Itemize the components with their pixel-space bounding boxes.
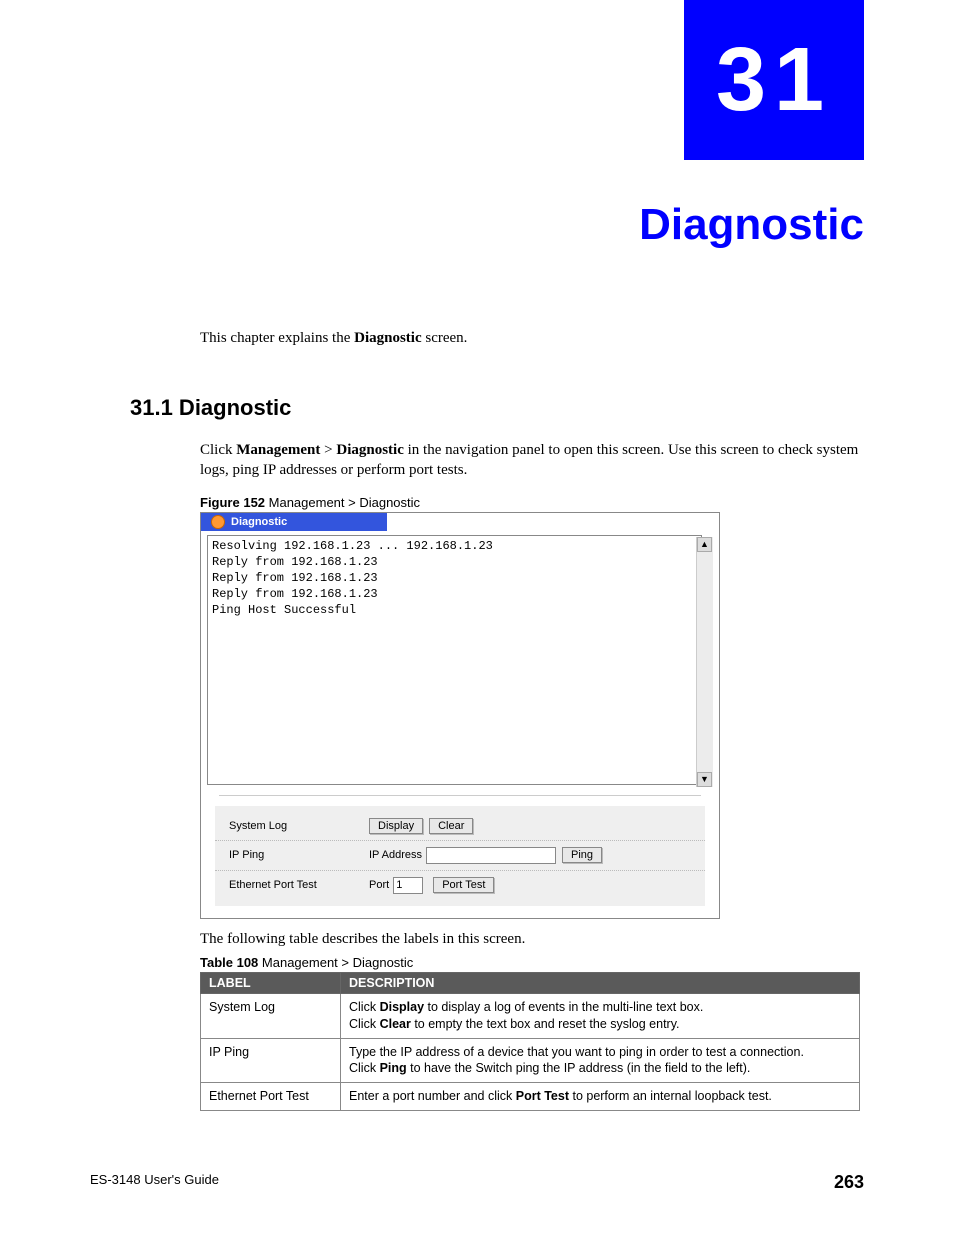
- chapter-number: 31: [716, 29, 832, 132]
- controls-panel: System Log Display Clear IP Ping IP Addr…: [215, 806, 705, 906]
- footer-page-number: 263: [834, 1172, 864, 1193]
- section-heading: 31.1 Diagnostic: [130, 395, 291, 421]
- system-log-label: System Log: [229, 820, 369, 832]
- section-paragraph: Click Management > Diagnostic in the nav…: [200, 440, 864, 481]
- table-caption: Table 108 Management > Diagnostic: [200, 955, 864, 970]
- table-cell-description: Type the IP address of a device that you…: [341, 1038, 860, 1083]
- ethernet-port-test-row: Ethernet Port Test Port Port Test: [215, 871, 705, 900]
- scroll-up-icon[interactable]: ▲: [697, 537, 712, 552]
- ip-address-label: IP Address: [369, 849, 422, 861]
- page-footer: ES-3148 User's Guide 263: [90, 1172, 864, 1193]
- clear-button[interactable]: Clear: [429, 818, 473, 834]
- after-figure-paragraph: The following table describes the labels…: [200, 929, 864, 949]
- port-input[interactable]: [393, 877, 423, 894]
- ping-button[interactable]: Ping: [562, 847, 602, 863]
- text: >: [320, 442, 336, 458]
- table-cell-label: IP Ping: [201, 1038, 341, 1083]
- table-cell-description: Enter a port number and click Port Test …: [341, 1083, 860, 1111]
- ip-address-input[interactable]: [426, 847, 556, 864]
- figure-caption: Figure 152 Management > Diagnostic: [200, 495, 864, 510]
- ip-ping-row: IP Ping IP Address Ping: [215, 841, 705, 871]
- figure-caption-text: Management > Diagnostic: [265, 495, 420, 510]
- panel-icon: [211, 515, 225, 529]
- intro-paragraph: This chapter explains the Diagnostic scr…: [200, 330, 864, 347]
- text-bold: Diagnostic: [354, 330, 422, 346]
- table-label: Table 108: [200, 955, 258, 970]
- table-row: Ethernet Port Test Enter a port number a…: [201, 1083, 860, 1111]
- chapter-number-box: 31: [684, 0, 864, 160]
- ethernet-port-test-label: Ethernet Port Test: [229, 879, 369, 891]
- table-cell-description: Click Display to display a log of events…: [341, 993, 860, 1038]
- text: Click: [200, 442, 236, 458]
- table-header-description: DESCRIPTION: [341, 972, 860, 993]
- scrollbar[interactable]: ▲ ▼: [696, 537, 713, 787]
- text: screen.: [422, 330, 468, 346]
- table-cell-label: System Log: [201, 993, 341, 1038]
- table-caption-text: Management > Diagnostic: [258, 955, 413, 970]
- port-test-button[interactable]: Port Test: [433, 877, 494, 893]
- system-log-row: System Log Display Clear: [215, 812, 705, 841]
- text-bold: Diagnostic: [336, 442, 404, 458]
- table-header-row: LABEL DESCRIPTION: [201, 972, 860, 993]
- table-row: System Log Click Display to display a lo…: [201, 993, 860, 1038]
- description-table: LABEL DESCRIPTION System Log Click Displ…: [200, 972, 860, 1111]
- port-label: Port: [369, 879, 389, 891]
- divider: [219, 795, 701, 796]
- table-cell-label: Ethernet Port Test: [201, 1083, 341, 1111]
- log-textarea[interactable]: Resolving 192.168.1.23 ... 192.168.1.23 …: [207, 535, 702, 785]
- scroll-down-icon[interactable]: ▼: [697, 772, 712, 787]
- panel-title: Diagnostic: [231, 516, 287, 528]
- footer-guide-name: ES-3148 User's Guide: [90, 1172, 219, 1193]
- text: This chapter explains the: [200, 330, 354, 346]
- table-row: IP Ping Type the IP address of a device …: [201, 1038, 860, 1083]
- figure-screenshot: Diagnostic Resolving 192.168.1.23 ... 19…: [200, 512, 720, 919]
- chapter-title: Diagnostic: [639, 200, 864, 250]
- ip-ping-label: IP Ping: [229, 849, 369, 861]
- figure-panel-header: Diagnostic: [201, 513, 719, 533]
- figure-label: Figure 152: [200, 495, 265, 510]
- display-button[interactable]: Display: [369, 818, 423, 834]
- text-bold: Management: [236, 442, 320, 458]
- table-header-label: LABEL: [201, 972, 341, 993]
